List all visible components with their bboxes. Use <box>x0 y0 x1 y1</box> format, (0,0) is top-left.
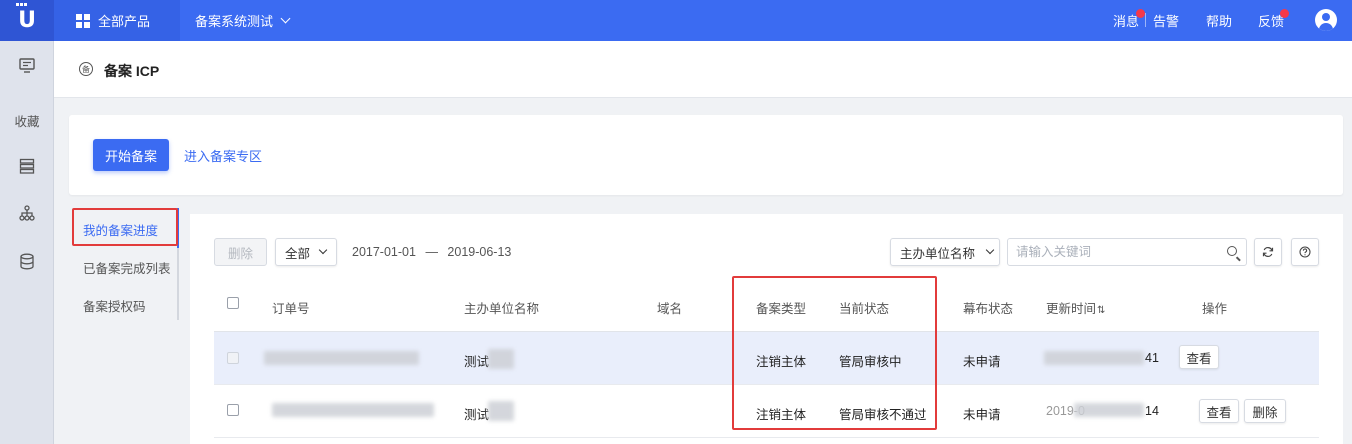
messages-link[interactable]: 消息 <box>1113 0 1139 41</box>
highlight-box-status <box>732 276 937 430</box>
servers-icon[interactable] <box>0 158 54 174</box>
refresh-button[interactable] <box>1254 238 1282 266</box>
page-header: 备 备案 ICP <box>54 41 1352 98</box>
messages-badge <box>1136 9 1145 18</box>
redacted-order-number <box>264 351 419 365</box>
monitor-icon[interactable] <box>0 58 54 73</box>
delete-button[interactable]: 删除 <box>214 238 267 266</box>
redacted-updated-time <box>1074 403 1144 417</box>
col-domain: 域名 <box>657 302 683 316</box>
redacted-organization <box>488 349 514 369</box>
sort-icon: ⇅ <box>1097 305 1106 316</box>
favorites-link[interactable]: 收藏 <box>0 111 54 130</box>
feedback-link[interactable]: 反馈 <box>1258 0 1284 41</box>
divider <box>1145 13 1146 27</box>
view-button[interactable]: 查看 <box>1179 345 1219 369</box>
search-field-select[interactable]: 主办单位名称 <box>890 238 1000 266</box>
logo-letter: U <box>16 3 36 33</box>
row-curtain-status: 未申请 <box>963 355 1001 369</box>
date-from: 2017-01-01 <box>352 245 416 259</box>
redacted-order-number <box>272 403 434 417</box>
col-updated-time[interactable]: 更新时间⇅ <box>1046 298 1105 317</box>
status-filter-select[interactable]: 全部 <box>275 238 337 266</box>
search-icon[interactable] <box>1227 246 1237 256</box>
project-name: 备案系统测试 <box>195 14 274 29</box>
delete-row-button[interactable]: 删除 <box>1244 399 1286 423</box>
status-filter-value: 全部 <box>285 246 311 261</box>
view-button[interactable]: 查看 <box>1199 399 1239 423</box>
tab-auth-code[interactable]: 备案授权码 <box>69 285 179 325</box>
select-all-checkbox[interactable] <box>227 297 239 309</box>
icp-icon: 备 <box>79 62 93 76</box>
col-updated-time-label: 更新时间 <box>1046 302 1097 316</box>
all-products-button[interactable]: 全部产品 <box>54 0 180 41</box>
feedback-badge <box>1280 9 1289 18</box>
row-checkbox[interactable] <box>227 352 239 364</box>
logo[interactable]: U <box>0 0 54 41</box>
redacted-updated-time <box>1044 351 1144 365</box>
date-separator: — <box>425 245 438 259</box>
search-field-value: 主办单位名称 <box>900 246 976 261</box>
help-link[interactable]: 帮助 <box>1206 0 1232 41</box>
chevron-down-icon <box>985 245 995 255</box>
row-curtain-status: 未申请 <box>963 408 1001 422</box>
alerts-link[interactable]: 告警 <box>1153 0 1179 41</box>
col-curtain-status: 幕布状态 <box>963 302 1014 316</box>
tab-completed-list[interactable]: 已备案完成列表 <box>69 247 179 287</box>
col-order-number: 订单号 <box>272 302 310 316</box>
database-icon[interactable] <box>0 253 54 270</box>
left-rail: 收藏 <box>0 41 54 444</box>
grid-icon <box>76 13 90 28</box>
refresh-icon <box>1262 246 1274 258</box>
question-icon <box>1299 246 1311 258</box>
col-operations: 操作 <box>1202 302 1228 316</box>
date-to: 2019-06-13 <box>447 245 512 259</box>
all-products-label: 全部产品 <box>98 14 151 29</box>
network-icon[interactable] <box>0 205 54 221</box>
help-button[interactable] <box>1291 238 1319 266</box>
page-title: 备案 ICP <box>104 63 160 79</box>
chevron-down-icon <box>280 13 291 24</box>
col-organization: 主办单位名称 <box>464 302 540 316</box>
row-organization: 测试 <box>464 355 490 369</box>
start-filing-button[interactable]: 开始备案 <box>93 139 169 171</box>
highlight-box-tab <box>72 208 178 246</box>
row-updated-time-tail: 14 <box>1145 404 1159 418</box>
chevron-down-icon <box>318 245 328 255</box>
enter-filing-zone-link[interactable]: 进入备案专区 <box>184 146 262 165</box>
search-box <box>1007 238 1247 266</box>
action-card: 开始备案 进入备案专区 <box>69 115 1343 195</box>
redacted-organization <box>488 401 514 421</box>
project-switcher[interactable]: 备案系统测试 <box>195 0 291 41</box>
row-checkbox[interactable] <box>227 404 239 416</box>
date-range[interactable]: 2017-01-01 — 2019-06-13 <box>352 245 511 259</box>
user-avatar[interactable] <box>1315 9 1337 31</box>
row-updated-time-tail: 41 <box>1145 351 1159 365</box>
top-bar: U 全部产品 备案系统测试 消息 告警 帮助 反馈 <box>0 0 1352 41</box>
row-organization: 测试 <box>464 408 490 422</box>
search-input[interactable] <box>1008 239 1208 265</box>
